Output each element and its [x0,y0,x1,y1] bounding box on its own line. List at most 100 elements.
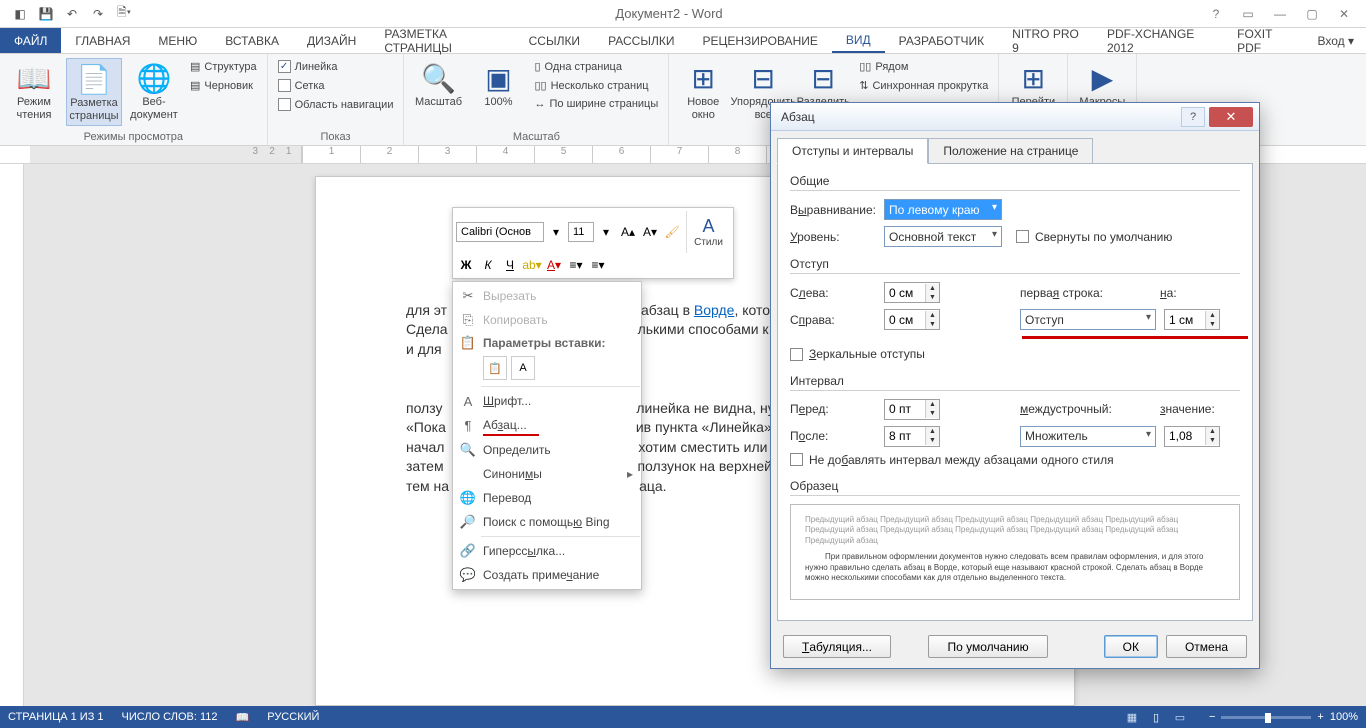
new-doc-icon[interactable]: 🗎▾ [112,3,136,25]
tab-developer[interactable]: РАЗРАБОТЧИК [885,28,999,53]
tab-menu[interactable]: Меню [144,28,211,53]
signin-link[interactable]: Вход ▾ [1306,28,1366,53]
read-view-icon[interactable]: ▦ [1121,708,1143,726]
comment-icon: 💬 [459,567,477,583]
one-page-button[interactable]: ▯ Одна страница [530,58,662,75]
line-spacing-select[interactable]: Множитель [1020,426,1156,447]
shrink-font-icon[interactable]: A▾ [640,222,660,242]
maximize-icon[interactable]: ▢ [1298,3,1326,25]
gridlines-checkbox[interactable]: Сетка [274,77,398,94]
dialog-close-icon[interactable]: ✕ [1209,107,1253,127]
zoom-level[interactable]: 100% [1330,711,1358,723]
ribbon-options-icon[interactable]: ▭ [1234,3,1262,25]
outline-button[interactable]: ▤ Структура [186,58,261,75]
page-indicator[interactable]: СТРАНИЦА 1 ИЗ 1 [8,711,104,723]
side-by-side-button[interactable]: ▯▯ Рядом [855,58,992,75]
ctx-hyperlink[interactable]: 🔗Гиперссылка... [453,539,641,563]
print-layout-button[interactable]: 📄Разметка страницы [66,58,122,126]
multi-page-button[interactable]: ▯▯ Несколько страниц [530,77,662,94]
tab-home[interactable]: ГЛАВНАЯ [61,28,144,53]
ctx-new-comment[interactable]: 💬Создать примечание [453,563,641,587]
ok-button[interactable]: ОК [1104,635,1158,658]
dialog-help-icon[interactable]: ? [1181,107,1205,127]
first-line-by-spinner[interactable]: ▲▼ [1164,309,1220,330]
close-icon[interactable]: ✕ [1330,3,1358,25]
dialog-title: Абзац [781,110,815,124]
no-space-same-style-checkbox[interactable]: Не добавлять интервал между абзацами одн… [790,453,1114,467]
undo-icon[interactable]: ↶ [60,3,84,25]
word-count[interactable]: ЧИСЛО СЛОВ: 112 [122,711,218,723]
navpane-checkbox[interactable]: Область навигации [274,96,398,113]
tab-foxit[interactable]: Foxit PDF [1223,28,1305,53]
views-group-label: Режимы просмотра [6,129,261,143]
italic-icon[interactable]: К [478,255,498,275]
dialog-tab-pagination[interactable]: Положение на странице [928,138,1093,164]
tab-layout[interactable]: РАЗМЕТКА СТРАНИЦЫ [370,28,514,53]
font-dropdown-icon[interactable]: ▾ [546,222,566,242]
tab-insert[interactable]: ВСТАВКА [211,28,293,53]
font-size-input[interactable] [568,222,594,242]
dialog-tab-indents[interactable]: Отступы и интервалы [777,138,928,164]
outline-level-select[interactable]: Основной текст [884,226,1002,247]
title-bar: ◧ 💾 ↶ ↷ 🗎▾ Документ2 - Word ? ▭ — ▢ ✕ [0,0,1366,28]
tab-pdfxchange[interactable]: PDF-XChange 2012 [1093,28,1223,53]
mirror-indents-checkbox[interactable]: Зеркальные отступы [790,347,925,361]
zoom-out-icon[interactable]: − [1209,711,1215,723]
outline-level-label: Уровень: [790,230,884,244]
tab-nitro[interactable]: NITRO PRO 9 [998,28,1093,53]
styles-button[interactable]: AСтили [686,211,730,253]
indent-left-spinner[interactable]: ▲▼ [884,282,940,303]
bullets-icon[interactable]: ≡▾ [566,255,586,275]
space-after-spinner[interactable]: ▲▼ [884,426,940,447]
space-before-spinner[interactable]: ▲▼ [884,399,940,420]
tab-review[interactable]: РЕЦЕНЗИРОВАНИЕ [688,28,831,53]
numbering-icon[interactable]: ≡▾ [588,255,608,275]
web-layout-button[interactable]: 🌐Веб-документ [126,58,182,124]
language-indicator[interactable]: РУССКИЙ [267,711,319,723]
cancel-button[interactable]: Отмена [1166,635,1247,658]
collapsed-checkbox[interactable]: Свернуты по умолчанию [1016,230,1172,244]
hyperlink-icon: 🔗 [459,543,477,559]
tabs-button[interactable]: Табуляция... [783,635,891,658]
draft-button[interactable]: ▤ Черновик [186,77,261,94]
zoom-in-icon[interactable]: + [1317,711,1323,723]
underline-icon[interactable]: Ч [500,255,520,275]
tab-references[interactable]: ССЫЛКИ [515,28,594,53]
indent-right-label: Справа: [790,313,884,327]
vertical-ruler[interactable] [0,164,24,706]
indent-right-spinner[interactable]: ▲▼ [884,309,940,330]
redo-icon[interactable]: ↷ [86,3,110,25]
ruler-checkbox[interactable]: ✓Линейка [274,58,398,75]
tab-mailings[interactable]: РАССЫЛКИ [594,28,688,53]
read-mode-button[interactable]: 📖Режим чтения [6,58,62,124]
print-view-icon[interactable]: ▯ [1145,708,1167,726]
size-dropdown-icon[interactable]: ▾ [596,222,616,242]
save-icon[interactable]: 💾 [34,3,58,25]
tab-file[interactable]: ФАЙЛ [0,28,61,53]
alignment-select[interactable]: По левому краю [884,199,1002,220]
font-color-icon[interactable]: A▾ [544,255,564,275]
highlight-icon[interactable]: ab▾ [522,255,542,275]
new-window-button[interactable]: ⊞Новое окно [675,58,731,124]
grow-font-icon[interactable]: A▴ [618,222,638,242]
help-icon[interactable]: ? [1202,3,1230,25]
format-painter-icon[interactable]: 🖌 [662,222,682,242]
zoom-slider[interactable]: − + 100% [1209,711,1358,723]
zoom-button[interactable]: 🔍Масштаб [410,58,466,111]
sync-scroll-button[interactable]: ⇅ Синхронная прокрутка [855,77,992,94]
dialog-titlebar[interactable]: Абзац ? ✕ [771,103,1259,131]
first-line-select[interactable]: Отступ [1020,309,1156,330]
page-width-button[interactable]: ↔ По ширине страницы [530,96,662,112]
tab-view[interactable]: ВИД [832,28,885,53]
zoom-100-button[interactable]: ▣100% [470,58,526,111]
line-spacing-at-spinner[interactable]: ▲▼ [1164,426,1220,447]
bold-icon[interactable]: Ж [456,255,476,275]
minimize-icon[interactable]: — [1266,3,1294,25]
word-icon[interactable]: ◧ [8,3,32,25]
font-name-input[interactable] [456,222,544,242]
tab-design[interactable]: ДИЗАЙН [293,28,370,53]
set-default-button[interactable]: По умолчанию [928,635,1047,658]
spellcheck-icon[interactable]: 📖 [236,711,250,724]
ctx-bing-search[interactable]: 🔎Поиск с помощью Bing [453,510,641,534]
web-view-icon[interactable]: ▭ [1169,708,1191,726]
